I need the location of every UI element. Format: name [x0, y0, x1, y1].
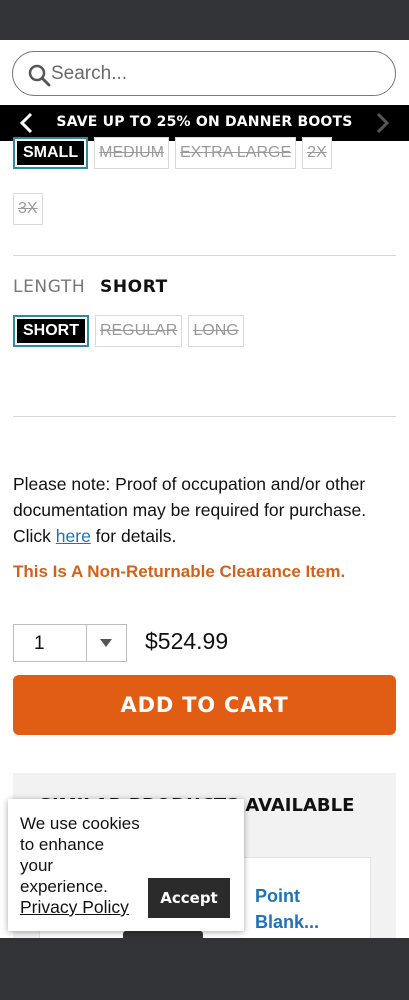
- cookie-message: We use cookies to enhance your experienc…: [20, 814, 140, 896]
- privacy-policy-link[interactable]: Privacy Policy: [20, 897, 129, 918]
- quantity-value: 1: [34, 633, 45, 654]
- size-option-2x[interactable]: 2X: [302, 137, 332, 169]
- size-option-small[interactable]: SMALL: [13, 137, 89, 169]
- cookie-banner: We use cookies to enhance your experienc…: [8, 799, 244, 931]
- non-returnable-notice: This Is A Non-Returnable Clearance Item.: [13, 562, 346, 581]
- length-options-row: SHORT REGULAR LONG: [13, 315, 244, 347]
- size-options-row-1: SMALL MEDIUM EXTRA LARGE 2X: [13, 137, 332, 169]
- divider: [13, 416, 396, 417]
- size-option-medium[interactable]: MEDIUM: [94, 137, 169, 169]
- similar-product-name[interactable]: Point Blank...: [255, 883, 335, 935]
- product-price: $524.99: [145, 628, 229, 654]
- length-option-short[interactable]: SHORT: [13, 315, 89, 347]
- search-bar[interactable]: [12, 51, 396, 96]
- documentation-note: Please note: Proof of occupation and/or …: [13, 471, 398, 549]
- length-option-regular[interactable]: REGULAR: [95, 315, 183, 347]
- divider: [13, 255, 396, 256]
- length-option-long[interactable]: LONG: [188, 315, 244, 347]
- caret-down-icon[interactable]: [98, 636, 114, 650]
- navigation-bar: [0, 938, 409, 1000]
- size-option-3x[interactable]: 3X: [13, 193, 43, 225]
- details-link[interactable]: here: [56, 526, 91, 546]
- size-options-row-2: 3X: [13, 193, 43, 225]
- quantity-select[interactable]: 1: [13, 624, 127, 662]
- accept-cookies-button[interactable]: Accept: [148, 878, 230, 918]
- note-text-end: for details.: [90, 526, 177, 546]
- quantity-separator: [86, 625, 87, 661]
- add-to-cart-button[interactable]: ADD TO CART: [13, 675, 396, 735]
- status-bar: [0, 0, 409, 40]
- promo-text[interactable]: SAVE UP TO 25% ON DANNER BOOTS: [40, 114, 369, 130]
- chevron-right-icon[interactable]: [369, 110, 395, 136]
- size-option-extra-large[interactable]: EXTRA LARGE: [175, 137, 297, 169]
- search-input[interactable]: [51, 61, 381, 87]
- promo-banner: SAVE UP TO 25% ON DANNER BOOTS: [0, 105, 409, 141]
- length-label: LENGTH: [13, 277, 86, 297]
- search-icon: [28, 64, 51, 87]
- chevron-left-icon[interactable]: [14, 110, 40, 136]
- length-selected-value: SHORT: [100, 277, 168, 297]
